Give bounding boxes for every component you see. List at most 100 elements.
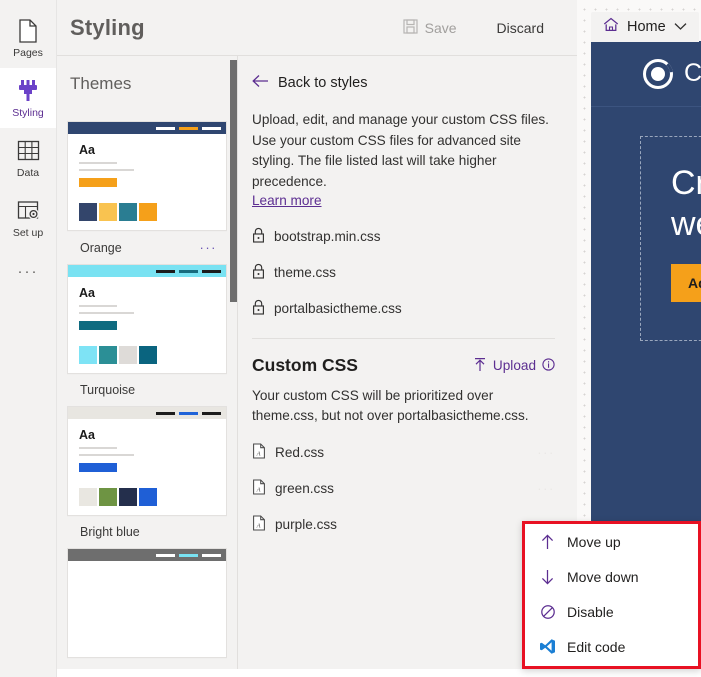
css-file-icon: A: [252, 479, 266, 498]
sidebar-item-data[interactable]: Data: [0, 128, 56, 188]
theme-name-row: Orange ···: [67, 231, 227, 255]
lock-icon: [252, 299, 265, 318]
site-header-rule: [591, 106, 701, 107]
rail-more-button[interactable]: ···: [0, 248, 56, 294]
upload-arrow-icon: [473, 357, 487, 375]
chevron-down-icon[interactable]: [674, 18, 687, 36]
system-file-row[interactable]: theme.css: [252, 263, 555, 282]
sidebar-item-label: Styling: [12, 106, 44, 119]
css-file-icon: A: [252, 515, 266, 534]
section-divider: [252, 338, 555, 339]
theme-card-orange[interactable]: Aa Orange ···: [67, 121, 227, 255]
hero-heading-line2: welc: [671, 205, 701, 243]
theme-thumbnail[interactable]: Aa: [67, 406, 227, 516]
themes-scrollbar[interactable]: [230, 60, 237, 302]
lock-icon: [252, 227, 265, 246]
discard-button[interactable]: Discard: [480, 11, 561, 45]
file-overflow-button[interactable]: ···: [537, 445, 555, 460]
sidebar-item-setup[interactable]: Set up: [0, 188, 56, 248]
save-label: Save: [424, 19, 457, 36]
lock-icon: [252, 263, 265, 282]
sidebar-item-pages[interactable]: Pages: [0, 8, 56, 68]
themes-scroll-area[interactable]: Aa Orange ··· Aa Turquoise Aa Bright blu…: [57, 112, 237, 669]
theme-card-partial[interactable]: [67, 548, 227, 658]
theme-thumbnail[interactable]: [67, 548, 227, 658]
menu-item-label: Disable: [567, 603, 614, 620]
arrow-down-icon: [539, 568, 556, 585]
sidebar-item-label: Data: [16, 166, 40, 179]
menu-item-move-up[interactable]: Move up: [525, 524, 698, 559]
file-name: bootstrap.min.css: [274, 229, 381, 244]
sidebar-item-label: Pages: [13, 46, 43, 59]
discard-label: Discard: [496, 19, 544, 36]
page-tab-home[interactable]: Home: [591, 12, 699, 42]
thumb-aa: Aa: [79, 428, 95, 442]
css-file-icon: A: [252, 443, 266, 462]
center-column: Styling Save Discard Themes Aa Orange ··…: [57, 0, 577, 669]
custom-file-row[interactable]: A green.css ···: [252, 479, 555, 498]
learn-more-link[interactable]: Learn more: [252, 193, 322, 208]
toolbar-actions: Save Discard: [386, 11, 577, 45]
page-title: Styling: [70, 14, 145, 40]
thumb-aa: Aa: [79, 286, 95, 300]
menu-item-disable[interactable]: Disable: [525, 594, 698, 629]
system-file-row[interactable]: bootstrap.min.css: [252, 227, 555, 246]
thumb-aa: Aa: [79, 143, 95, 157]
menu-item-edit-code[interactable]: Edit code: [525, 629, 698, 664]
theme-card-bright-blue[interactable]: Aa Bright blue: [67, 406, 227, 539]
thumb-body: Aa: [68, 134, 226, 187]
home-tab-label: Home: [627, 19, 666, 35]
menu-item-label: Edit code: [567, 638, 626, 655]
back-to-styles-button[interactable]: Back to styles: [252, 74, 555, 92]
menu-item-move-down[interactable]: Move down: [525, 559, 698, 594]
hero-section[interactable]: Cre welc Add a: [640, 136, 701, 341]
file-name: purple.css: [275, 517, 337, 532]
block-icon: [539, 603, 556, 620]
setup-gear-icon: [15, 198, 41, 224]
thumb-button-swatch: [79, 463, 117, 472]
top-toolbar: Styling Save Discard: [57, 0, 577, 56]
theme-thumbnail[interactable]: Aa: [67, 264, 227, 374]
section-title: Custom CSS: [252, 355, 358, 375]
themes-pane: Themes Aa Orange ··· Aa Turquoise Aa Bri…: [57, 56, 237, 669]
paintbrush-icon: [15, 78, 41, 104]
upload-label: Upload: [492, 358, 536, 373]
theme-card-turquoise[interactable]: Aa Turquoise: [67, 264, 227, 397]
thumb-header: [68, 122, 226, 134]
file-name: portalbasictheme.css: [274, 301, 402, 316]
styling-app: Pages Styling Data Set up ··· Styling Sa…: [0, 0, 701, 677]
site-logo-icon: [643, 58, 673, 89]
file-overflow-button[interactable]: ···: [537, 481, 555, 496]
site-title: C: [684, 59, 701, 87]
theme-label: Bright blue: [80, 525, 140, 539]
arrow-up-icon: [539, 533, 556, 550]
theme-name-row: Turquoise: [67, 374, 227, 397]
info-circle-icon[interactable]: [542, 357, 555, 374]
theme-label: Orange: [80, 240, 122, 255]
system-file-row[interactable]: portalbasictheme.css: [252, 299, 555, 318]
back-label: Back to styles: [278, 75, 368, 91]
site-header: C: [591, 41, 701, 106]
thumb-button-swatch: [79, 321, 117, 330]
thumb-button-swatch: [79, 178, 117, 187]
upload-button[interactable]: Upload: [473, 357, 555, 375]
thumb-body: Aa: [68, 277, 226, 330]
theme-overflow-button[interactable]: ···: [200, 240, 218, 255]
custom-file-row[interactable]: A Red.css ···: [252, 443, 555, 462]
sidebar-item-styling[interactable]: Styling: [0, 68, 56, 128]
file-name: green.css: [275, 481, 334, 496]
panes: Themes Aa Orange ··· Aa Turquoise Aa Bri…: [57, 56, 577, 669]
theme-thumbnail[interactable]: Aa: [67, 121, 227, 231]
theme-name-row: Bright blue: [67, 516, 227, 539]
svg-text:A: A: [256, 451, 261, 458]
menu-item-label: Move down: [567, 568, 639, 585]
file-name: theme.css: [274, 265, 336, 280]
menu-item-label: Move up: [567, 533, 621, 550]
hero-cta-button[interactable]: Add a: [671, 264, 701, 302]
save-icon: [403, 18, 418, 37]
custom-css-header: Custom CSS Upload: [252, 355, 555, 376]
save-button[interactable]: Save: [386, 11, 474, 45]
hero-heading-line1: Cre: [671, 164, 701, 202]
thumb-body: Aa: [68, 419, 226, 472]
custom-file-row[interactable]: A purple.css: [252, 515, 555, 534]
